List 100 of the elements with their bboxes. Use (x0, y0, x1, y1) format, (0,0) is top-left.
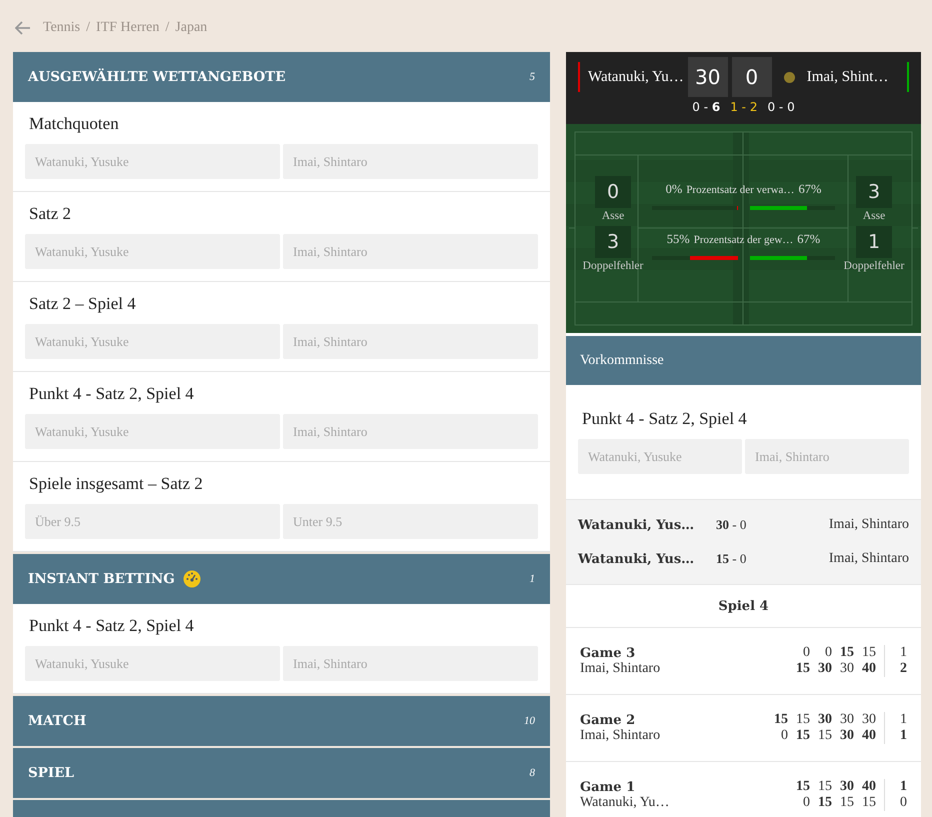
game-total: 0 (899, 795, 907, 811)
point-value: 15 (795, 712, 810, 728)
point-value: 15 (839, 645, 854, 661)
market-title: Satz 2 – Spiel 4 (28, 294, 137, 315)
point-value: 30 (861, 712, 876, 728)
point-value: 15 (773, 712, 788, 728)
game-total: 1 (899, 728, 907, 744)
bet-option-button[interactable]: Watanuki, Yusuke (25, 234, 280, 269)
bet-option-button[interactable]: Imai, Shintaro (283, 144, 538, 179)
point-value: 15 (795, 661, 810, 677)
group-title: MATCH (28, 713, 86, 729)
group-header[interactable]: AUSGEWÄHLTE WETTANGEBOTE 5 (13, 52, 550, 102)
breadcrumb-link[interactable]: Tennis (43, 20, 80, 36)
group-title: AUSGEWÄHLTE WETTANGEBOTE (28, 69, 286, 85)
stat-label: Asse (602, 210, 624, 222)
market-title: Punkt 4 - Satz 2, Spiel 4 (28, 616, 195, 637)
point-value: 0 (780, 728, 788, 744)
game-winner: Imai, Shintaro (580, 660, 662, 676)
stat-label: Doppelfehler (582, 260, 644, 272)
point-value: 15 (861, 645, 876, 661)
point-value: 15 (817, 795, 832, 811)
point-value: 40 (861, 661, 876, 677)
point-opponent: Imai, Shintaro (828, 517, 909, 533)
game-total: 1 (899, 779, 907, 795)
point-value: 0 (802, 795, 810, 811)
group-count: 5 (530, 71, 535, 83)
group-count: 1 (530, 573, 535, 585)
stat-value: 0 (595, 176, 631, 208)
group-count: 10 (524, 715, 535, 727)
game-winner: Imai, Shintaro (580, 728, 662, 744)
bet-option-button[interactable]: Watanuki, Yusuke (25, 646, 280, 681)
point-value: 15 (795, 728, 810, 744)
point-value: 30 (817, 712, 832, 728)
market-title: Spiele insgesamt – Satz 2 (28, 474, 204, 495)
breadcrumb-link[interactable]: Japan (175, 20, 208, 36)
bet-option-button[interactable]: Über 9.5 (25, 504, 280, 539)
point-value: 40 (861, 728, 876, 744)
group-header[interactable]: MATCH 10 (13, 696, 550, 746)
point-value: 40 (861, 779, 876, 795)
player-name: Imai, Shint… (806, 68, 890, 86)
bet-option-button[interactable]: Imai, Shintaro (283, 646, 538, 681)
game-total: 1 (899, 645, 907, 661)
stat-value: 1 (856, 226, 892, 258)
point-value: 15 (839, 795, 854, 811)
point-value: 0 (802, 645, 810, 661)
stat-percent: 67% (797, 232, 820, 248)
market-title: Satz 2 (28, 204, 72, 225)
breadcrumb-link[interactable]: ITF Herren (96, 20, 160, 36)
bet-option-button[interactable]: Watanuki, Yusuke (578, 439, 742, 474)
group-title: INSTANT BETTING (28, 571, 175, 587)
point-player: Watanuki, Yus… (578, 518, 696, 532)
stat-value: 3 (595, 226, 631, 258)
stat-value: 3 (856, 176, 892, 208)
point-value: 30 (839, 779, 854, 795)
point-value: 15 (861, 795, 876, 811)
bet-option-button[interactable]: Watanuki, Yusuke (25, 144, 280, 179)
bet-option-button[interactable]: Imai, Shintaro (283, 324, 538, 359)
point-player: Watanuki, Yus… (578, 552, 696, 566)
point-value: 30 (839, 712, 854, 728)
point-value: 15 (795, 779, 810, 795)
group-header[interactable]: INSTANT BETTING 1 (13, 554, 550, 604)
game-total: 1 (899, 712, 907, 728)
stat-label: Doppelfehler (844, 260, 904, 272)
game-title: Game 3 (580, 646, 636, 660)
point-opponent: Imai, Shintaro (828, 551, 909, 567)
bet-option-button[interactable]: Imai, Shintaro (283, 414, 538, 449)
point-value: 30 (817, 661, 832, 677)
stat-name: Prozentsatz der verwa… (686, 183, 794, 198)
point-score: 0 (732, 57, 772, 97)
player-name: Watanuki, Yu… (587, 68, 684, 86)
incidents-title: Vorkommnisse (580, 352, 664, 368)
breadcrumb-separator: / (165, 20, 170, 36)
point-value: 0 (824, 645, 832, 661)
set-score: 1 - 2 (730, 100, 758, 114)
game-title: Game 2 (580, 712, 636, 728)
bet-option-button[interactable]: Imai, Shintaro (745, 439, 909, 474)
set-score: 0 - 6 (692, 100, 720, 114)
set-score: 0 - 0 (767, 100, 795, 114)
bet-option-button[interactable]: Watanuki, Yusuke (25, 324, 280, 359)
stat-name: Prozentsatz der gew… (694, 233, 794, 248)
game-title: Game 1 (580, 780, 636, 794)
point-score: 30 (688, 57, 728, 97)
bet-option-button[interactable]: Imai, Shintaro (283, 234, 538, 269)
breadcrumb-separator: / (86, 20, 90, 36)
point-score: 30 - 0 (716, 517, 748, 533)
point-score: 15 - 0 (716, 551, 748, 567)
game-winner: Watanuki, Yu… (580, 794, 670, 810)
group-title: SPIEL (28, 765, 74, 781)
group-header[interactable]: SPIEL 8 (13, 748, 550, 798)
stat-label: Asse (862, 210, 886, 222)
bet-option-button[interactable]: Unter 9.5 (283, 504, 538, 539)
stat-percent: 55% (666, 232, 690, 248)
point-value: 30 (839, 728, 854, 744)
point-value: 15 (817, 728, 832, 744)
back-arrow-icon[interactable] (15, 21, 31, 35)
bet-option-button[interactable]: Watanuki, Yusuke (25, 414, 280, 449)
point-value: 30 (839, 661, 854, 677)
market-title: Punkt 4 - Satz 2, Spiel 4 (581, 409, 748, 430)
point-value: 15 (817, 779, 832, 795)
game-total: 2 (899, 661, 907, 677)
